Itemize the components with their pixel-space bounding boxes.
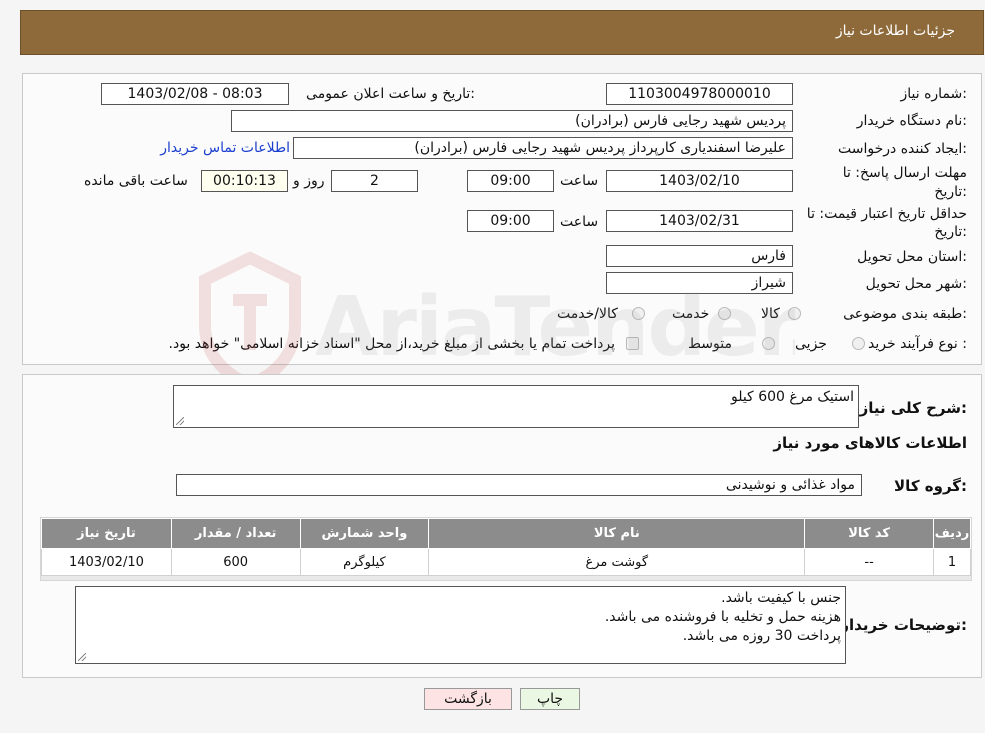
items-table: تاریخ نیاز تعداد / مقدار واحد شمارش نام … (41, 518, 972, 576)
resize-grip-icon[interactable] (78, 653, 86, 661)
back-button[interactable]: بازگشت (424, 688, 512, 710)
page-header: جزئیات اطلاعات نیاز (20, 10, 984, 55)
province-field: فارس (606, 245, 793, 267)
buyer-note-line: پرداخت 30 روزه می باشد. (682, 628, 841, 644)
items-table-header-row: تاریخ نیاز تعداد / مقدار واحد شمارش نام … (41, 518, 972, 549)
validity-time-field: 09:00 (467, 210, 554, 232)
price-validity-label-2: تاریخ: (934, 224, 967, 240)
price-validity-label: حداقل تاریخ اعتبار قیمت: تا (806, 206, 967, 222)
col-item-code: کد کالا (804, 518, 934, 549)
days-label: روز و (293, 173, 325, 189)
validity-time-label: ساعت (560, 214, 599, 230)
summary-text: استیک مرغ 600 کیلو (730, 389, 854, 405)
need-number-field: 1103004978000010 (606, 83, 793, 105)
page-title: جزئیات اطلاعات نیاز (835, 23, 955, 39)
city-label: شهر محل تحویل: (865, 276, 967, 292)
remaining-time-label: ساعت باقی مانده (84, 173, 188, 189)
category-radio-goods[interactable] (788, 307, 801, 320)
summary-textarea[interactable]: استیک مرغ 600 کیلو (173, 385, 859, 428)
cell-item-code: -- (804, 548, 934, 576)
table-row: 1403/02/10 600 کیلوگرم گوشت مرغ -- 1 (41, 548, 972, 576)
resize-grip-icon[interactable] (176, 417, 184, 425)
cell-need-date: 1403/02/10 (41, 548, 172, 576)
col-quantity: تعداد / مقدار (170, 518, 301, 549)
reply-time-label: ساعت (560, 173, 599, 189)
items-table-wrap: تاریخ نیاز تعداد / مقدار واحد شمارش نام … (40, 517, 972, 581)
days-field: 2 (331, 170, 418, 192)
cell-item-name: گوشت مرغ (428, 548, 806, 576)
process-radio-minor[interactable] (852, 337, 865, 350)
buyer-note-line: هزینه حمل و تخلیه با فروشنده می باشد. (604, 609, 841, 625)
col-unit: واحد شمارش (299, 518, 430, 549)
reply-deadline-label: مهلت ارسال پاسخ: تا (842, 165, 967, 181)
col-item-name: نام کالا (428, 518, 806, 549)
cell-quantity: 600 (170, 548, 301, 576)
goods-group-field: مواد غذائی و نوشیدنی (176, 474, 862, 496)
buyer-notes-label: توضیحات خریدار: (840, 616, 967, 634)
process-option-medium: متوسط (688, 336, 732, 352)
validity-date-field: 1403/02/31 (606, 210, 793, 232)
announce-field: 1403/02/08 - 08:03 (101, 83, 289, 105)
remaining-time-field: 00:10:13 (201, 170, 288, 192)
cell-unit: کیلوگرم (299, 548, 430, 576)
buyer-org-label: نام دستگاه خریدار: (856, 113, 967, 129)
process-label: نوع فرآیند خرید : (868, 336, 967, 352)
category-radio-both[interactable] (632, 307, 645, 320)
creator-label: ایجاد کننده درخواست: (838, 141, 967, 157)
province-label: استان محل تحویل: (857, 249, 967, 265)
col-row-number: ردیف (932, 518, 972, 549)
reply-time-field: 09:00 (467, 170, 554, 192)
payment-checkbox[interactable] (626, 337, 639, 350)
buyer-contact-link[interactable]: اطلاعات تماس خریدار (160, 140, 290, 156)
category-option-service: خدمت (672, 306, 710, 322)
need-number-label: شماره نیاز: (900, 86, 967, 102)
cell-row-number: 1 (932, 548, 972, 576)
buyer-note-line: جنس با کیفیت باشد. (721, 590, 841, 606)
buyer-notes-textarea[interactable]: جنس با کیفیت باشد. هزینه حمل و تخلیه با … (75, 586, 846, 664)
announce-label: تاریخ و ساعت اعلان عمومی: (306, 86, 475, 102)
creator-field: علیرضا اسفندیاری کارپرداز پردیس شهید رجا… (293, 137, 793, 159)
process-option-minor: جزیی (795, 336, 827, 352)
buyer-org-field: پردیس شهید رجایی فارس (برادران) (231, 110, 793, 132)
process-radio-medium[interactable] (762, 337, 775, 350)
category-radio-service[interactable] (718, 307, 731, 320)
category-label: طبقه بندی موضوعی: (843, 306, 967, 322)
city-field: شیراز (606, 272, 793, 294)
summary-label: شرح کلی نیاز: (859, 399, 967, 417)
reply-deadline-label-2: تاریخ: (934, 184, 967, 200)
col-need-date: تاریخ نیاز (41, 518, 172, 549)
category-option-goods: کالا (761, 306, 780, 322)
goods-info-title: اطلاعات کالاهای مورد نیاز (773, 434, 967, 452)
payment-note: پرداخت تمام یا بخشی از مبلغ خرید،از محل … (168, 336, 615, 352)
category-option-both: کالا/خدمت (557, 306, 618, 322)
reply-date-field: 1403/02/10 (606, 170, 793, 192)
goods-group-label: گروه کالا: (894, 477, 967, 495)
print-button[interactable]: چاپ (520, 688, 580, 710)
